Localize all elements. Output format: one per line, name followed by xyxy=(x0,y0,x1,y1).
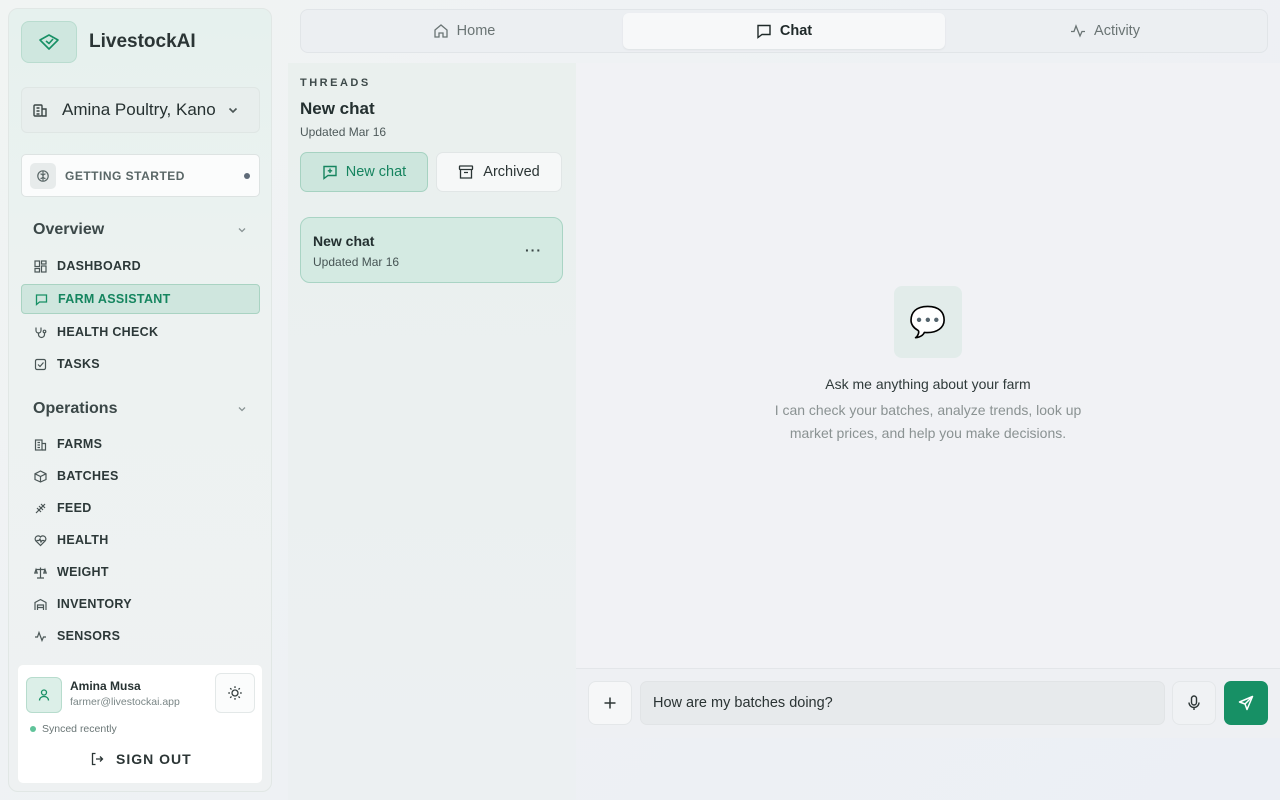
speech-bubble-icon: 💬 xyxy=(894,286,962,358)
thread-updated: Updated Mar 16 xyxy=(313,255,400,269)
thread-list-item[interactable]: New chat Updated Mar 16 ··· xyxy=(300,217,563,283)
current-thread-updated: Updated Mar 16 xyxy=(300,125,387,139)
nav-item-health-check[interactable]: HEALTH CHECK xyxy=(21,317,260,347)
activity-icon xyxy=(1070,23,1086,39)
nav-item-farms[interactable]: FARMS xyxy=(21,429,260,459)
brand-name: LivestockAI xyxy=(89,31,196,52)
user-email: farmer@livestockai.app xyxy=(70,696,180,708)
nav-item-health[interactable]: HEALTH xyxy=(21,525,260,555)
nav-item-label: HEALTH CHECK xyxy=(57,325,159,339)
nav-item-sensors[interactable]: SENSORS xyxy=(21,621,260,651)
building-icon xyxy=(32,102,48,118)
send-icon xyxy=(1238,695,1254,711)
nav-item-label: FARMS xyxy=(57,437,103,451)
brain-icon xyxy=(30,162,56,189)
nav-item-label: BATCHES xyxy=(57,469,119,483)
empty-state-title: Ask me anything about your farm xyxy=(825,376,1031,392)
empty-state-description: I can check your batches, analyze trends… xyxy=(774,402,1082,441)
farm-selector-value: Amina Poultry, Kano xyxy=(62,100,216,119)
home-icon xyxy=(433,23,449,39)
threads-panel: THREADS New chat Updated Mar 16 New chat… xyxy=(288,63,576,800)
nav-item-label: SENSORS xyxy=(57,629,121,643)
send-button[interactable] xyxy=(1224,681,1268,725)
nav-item-label: HEALTH xyxy=(57,533,109,547)
tab-home[interactable]: Home xyxy=(303,13,625,49)
chat-icon xyxy=(756,23,772,39)
plus-icon xyxy=(603,696,617,710)
chevron-down-icon xyxy=(227,104,239,116)
message-composer xyxy=(576,668,1280,738)
nav-item-farm-assistant[interactable]: FARM ASSISTANT xyxy=(21,284,260,314)
tab-label: Home xyxy=(456,23,496,39)
farm-selector[interactable]: Amina Poultry, Kano xyxy=(21,87,260,133)
nav-item-feed[interactable]: FEED xyxy=(21,493,260,523)
sync-dot xyxy=(30,726,36,732)
thread-title: New chat xyxy=(313,233,375,249)
message-plus-icon xyxy=(322,164,338,180)
sign-out-button[interactable]: SIGN OUT xyxy=(90,751,192,767)
chat-icon xyxy=(34,292,48,306)
nav-item-batches[interactable]: BATCHES xyxy=(21,461,260,491)
new-chat-label: New chat xyxy=(345,164,407,180)
leaf-icon xyxy=(21,21,77,63)
activity-icon xyxy=(33,629,47,643)
nav-item-label: DASHBOARD xyxy=(57,259,141,273)
getting-started-button[interactable]: GETTING STARTED xyxy=(21,154,260,197)
microphone-button[interactable] xyxy=(1172,681,1216,725)
archived-button[interactable]: Archived xyxy=(436,152,562,192)
sidebar: LivestockAI Amina Poultry, Kano GETTING … xyxy=(8,8,272,792)
box-icon xyxy=(33,469,47,483)
dashboard-icon xyxy=(33,259,47,273)
chat-area: 💬 Ask me anything about your farm I can … xyxy=(576,63,1280,668)
tab-activity[interactable]: Activity xyxy=(944,13,1266,49)
nav-item-label: INVENTORY xyxy=(57,597,132,611)
tab-label: Activity xyxy=(1094,23,1140,39)
getting-started-label: GETTING STARTED xyxy=(65,168,185,183)
section-title-operations[interactable]: Operations xyxy=(33,400,117,418)
nav-item-label: FARM ASSISTANT xyxy=(58,292,171,306)
logout-icon xyxy=(90,752,104,766)
nav-item-label: FEED xyxy=(57,501,92,515)
nav-item-dashboard[interactable]: DASHBOARD xyxy=(21,251,260,281)
sun-icon xyxy=(227,685,243,701)
threads-section-label: THREADS xyxy=(300,77,371,89)
microphone-icon xyxy=(1187,695,1201,711)
top-tabs: Home Chat Activity xyxy=(300,9,1268,53)
chevron-down-icon[interactable] xyxy=(237,225,247,235)
nav-item-inventory[interactable]: INVENTORY xyxy=(21,589,260,619)
stethoscope-icon xyxy=(33,325,47,339)
current-thread-title: New chat xyxy=(300,99,375,118)
heart-pulse-icon xyxy=(33,533,47,547)
more-options-icon[interactable]: ··· xyxy=(525,242,542,258)
notification-dot xyxy=(244,173,250,179)
archive-icon xyxy=(458,164,474,180)
theme-toggle-button[interactable] xyxy=(215,673,255,713)
nav-item-label: WEIGHT xyxy=(57,565,109,579)
tab-label: Chat xyxy=(779,23,813,39)
chevron-down-icon[interactable] xyxy=(237,404,247,414)
sync-status-text: Synced recently xyxy=(42,723,117,735)
wheat-icon xyxy=(33,501,47,515)
sync-status: Synced recently xyxy=(30,723,117,735)
user-card: Amina Musa farmer@livestockai.app Synced… xyxy=(17,664,263,784)
brand[interactable]: LivestockAI xyxy=(21,21,196,63)
nav-item-label: TASKS xyxy=(57,357,100,371)
nav-item-weight[interactable]: WEIGHT xyxy=(21,557,260,587)
checkbox-icon xyxy=(33,357,47,371)
section-title-overview[interactable]: Overview xyxy=(33,221,104,239)
scale-icon xyxy=(33,565,47,579)
building-icon xyxy=(33,437,47,451)
user-avatar-icon[interactable] xyxy=(26,677,62,713)
message-input[interactable] xyxy=(640,681,1165,725)
tab-chat[interactable]: Chat xyxy=(623,13,945,49)
sign-out-label: SIGN OUT xyxy=(116,751,192,767)
nav-item-tasks[interactable]: TASKS xyxy=(21,349,260,379)
new-chat-button[interactable]: New chat xyxy=(300,152,428,192)
archived-label: Archived xyxy=(483,164,540,180)
attach-button[interactable] xyxy=(588,681,632,725)
user-name: Amina Musa xyxy=(70,679,141,693)
warehouse-icon xyxy=(33,597,47,611)
